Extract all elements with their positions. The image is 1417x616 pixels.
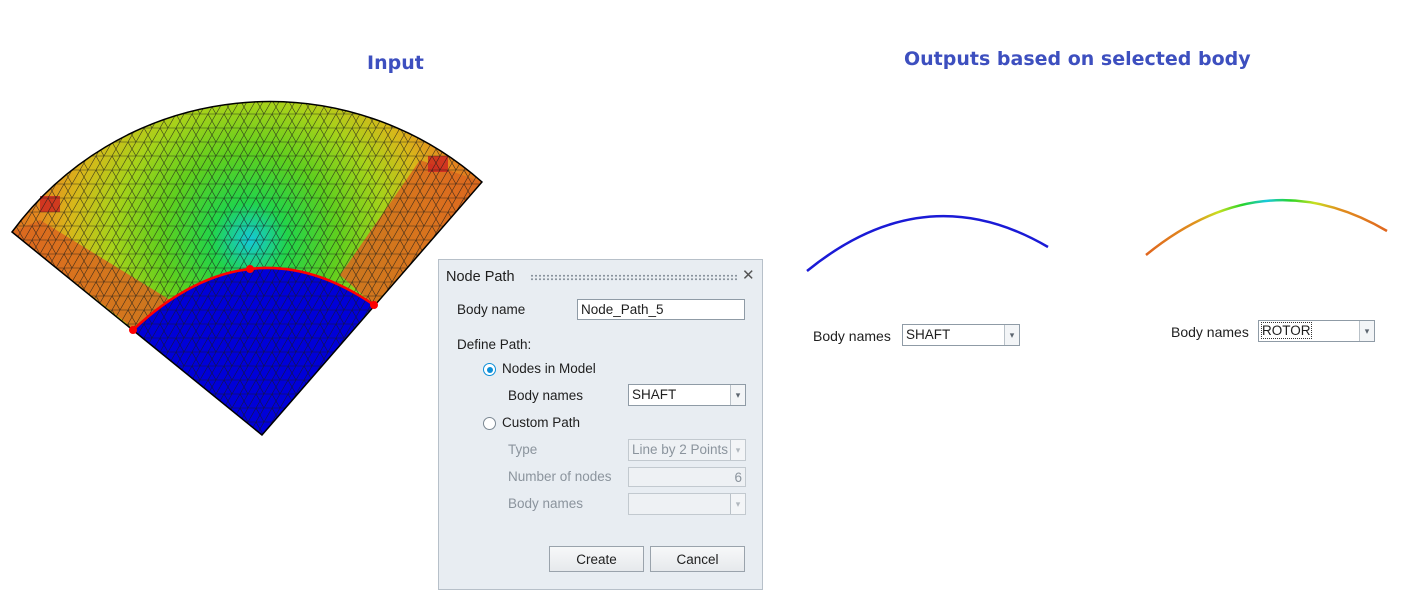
- rotor-body-names-select[interactable]: ROTOR ▾: [1258, 320, 1375, 342]
- type-label: Type: [508, 442, 538, 457]
- drag-handle-icon[interactable]: [530, 274, 737, 281]
- shaft-body-names-value: SHAFT: [906, 327, 951, 342]
- body-name-label: Body name: [457, 302, 526, 317]
- number-of-nodes-input[interactable]: 6: [628, 467, 746, 487]
- shaft-body-names-select[interactable]: SHAFT ▾: [902, 324, 1020, 346]
- custom-body-names-label: Body names: [508, 496, 584, 511]
- mesh-viewport[interactable]: [0, 100, 500, 450]
- nodes-in-model-label: Nodes in Model: [502, 361, 596, 376]
- nodes-body-names-label: Body names: [508, 388, 584, 403]
- custom-body-names-select[interactable]: ▾: [628, 493, 746, 515]
- custom-path-label: Custom Path: [502, 415, 581, 430]
- rotor-body-names-label: Body names: [1171, 324, 1249, 340]
- node-path-dialog: Node Path ✕ Body name Node_Path_5 Define…: [438, 259, 763, 590]
- chevron-down-icon[interactable]: ▾: [1004, 325, 1019, 345]
- type-select[interactable]: Line by 2 Points ▾: [628, 439, 746, 461]
- path-node: [129, 326, 137, 334]
- cancel-button[interactable]: Cancel: [650, 546, 745, 572]
- shaft-output-curve: [806, 214, 1049, 272]
- rotor-output-curve: [1145, 198, 1388, 256]
- nodes-body-names-select[interactable]: SHAFT ▾: [628, 384, 746, 406]
- path-node: [246, 265, 254, 273]
- close-icon[interactable]: ✕: [742, 266, 755, 284]
- path-node: [370, 301, 378, 309]
- rotor-body-names-value: ROTOR: [1261, 322, 1312, 339]
- type-value: Line by 2 Points: [632, 442, 729, 457]
- nodes-in-model-radio[interactable]: [483, 363, 496, 376]
- nodes-body-names-value: SHAFT: [632, 387, 677, 402]
- custom-path-radio[interactable]: [483, 417, 496, 430]
- body-name-input[interactable]: Node_Path_5: [577, 299, 745, 320]
- chevron-down-icon[interactable]: ▾: [1359, 321, 1374, 341]
- shaft-body-names-label: Body names: [813, 328, 891, 344]
- dialog-title: Node Path: [446, 269, 515, 285]
- number-of-nodes-label: Number of nodes: [508, 469, 612, 484]
- chevron-down-icon[interactable]: ▾: [730, 440, 745, 460]
- chevron-down-icon[interactable]: ▾: [730, 385, 745, 405]
- create-button[interactable]: Create: [549, 546, 644, 572]
- input-heading: Input: [367, 52, 424, 74]
- chevron-down-icon[interactable]: ▾: [730, 494, 745, 514]
- outputs-heading: Outputs based on selected body: [904, 48, 1251, 70]
- define-path-label: Define Path:: [457, 337, 532, 352]
